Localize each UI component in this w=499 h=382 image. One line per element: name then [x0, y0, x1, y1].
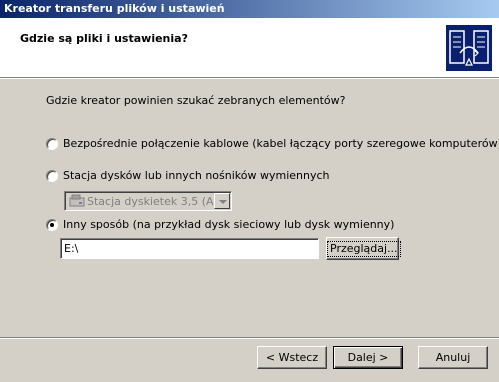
question-text: Gdzie kreator powinien szukać zebranych … — [46, 94, 346, 107]
header-divider-highlight — [0, 78, 499, 79]
radio-cable-connection[interactable] — [46, 138, 58, 150]
radio-cable-connection-label[interactable]: Bezpośrednie połączenie kablowe (kabel ł… — [63, 137, 499, 150]
chevron-down-icon[interactable] — [214, 193, 230, 209]
path-input[interactable] — [60, 238, 319, 259]
drive-select[interactable]: Stacja dyskietek 3,5 (A:) — [64, 191, 232, 211]
page-title: Gdzie są pliki i ustawienia? — [20, 32, 188, 45]
radio-other-method-label[interactable]: Inny sposób (na przykład dysk sieciowy l… — [63, 218, 394, 231]
browse-button-label: Przeglądaj... — [327, 240, 401, 257]
radio-other-method[interactable] — [46, 219, 58, 231]
next-button[interactable]: Dalej > — [333, 346, 403, 369]
radio-removable-media[interactable] — [46, 170, 58, 182]
floppy-drive-icon — [69, 194, 85, 208]
cancel-button[interactable]: Anuluj — [418, 346, 488, 369]
wizard-header: Gdzie są pliki i ustawienia? — [0, 18, 499, 77]
transfer-wizard-icon — [446, 25, 492, 71]
radio-removable-media-label[interactable]: Stacja dysków lub innych nośników wymien… — [63, 169, 330, 182]
footer-divider-highlight — [0, 338, 499, 339]
browse-button[interactable]: Przeglądaj... — [326, 237, 401, 260]
back-button[interactable]: < Wstecz — [257, 346, 327, 369]
drive-select-value: Stacja dyskietek 3,5 (A:) — [87, 195, 222, 208]
window-title: Kreator transferu plików i ustawień — [0, 0, 499, 18]
